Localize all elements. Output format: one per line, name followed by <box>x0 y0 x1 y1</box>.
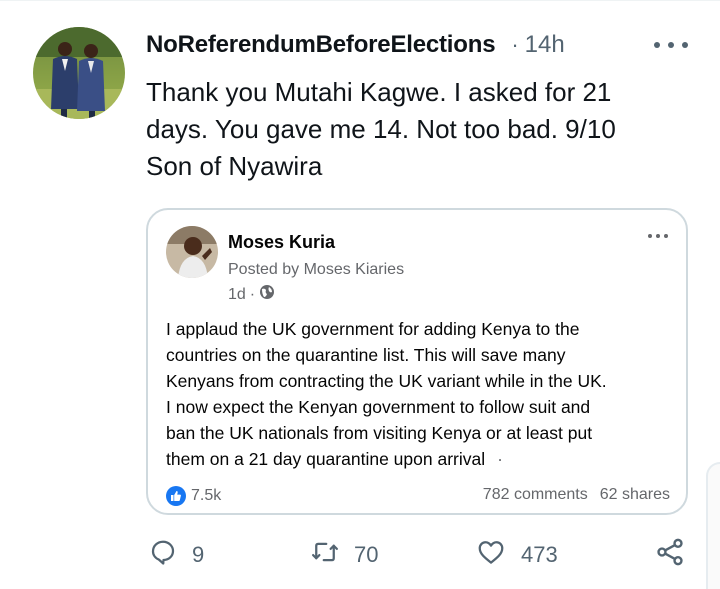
reply-count: 9 <box>192 542 205 567</box>
retweet-button[interactable]: 70 <box>310 530 378 580</box>
post-meta: 1d · <box>228 284 275 305</box>
profile-photo <box>33 27 125 119</box>
post-more-icon[interactable] <box>648 234 668 240</box>
overlay-panel-edge <box>706 462 720 589</box>
like-button[interactable]: 473 <box>475 530 558 580</box>
embedded-author-avatar[interactable] <box>166 226 218 278</box>
like-count-tweet: 473 <box>521 542 558 567</box>
globe-icon <box>259 284 275 305</box>
thumbs-up-icon <box>166 486 186 506</box>
reply-button[interactable]: 9 <box>148 530 204 580</box>
retweet-icon <box>310 537 340 573</box>
post-body-line: Kenyans from contracting the UK variant … <box>166 371 607 391</box>
tweet-text-line: Thank you Mutahi Kagwe. I asked for 21 <box>146 77 612 107</box>
reply-icon <box>148 537 178 573</box>
tweet-text-line: Son of Nyawira <box>146 151 323 181</box>
retweet-count: 70 <box>354 542 379 567</box>
heart-icon <box>475 537 507 573</box>
post-body-line: ban the UK nationals from visiting Kenya… <box>166 423 593 443</box>
tweet-timestamp[interactable]: 14h <box>525 31 565 59</box>
trailing-dot: · <box>497 449 503 469</box>
embedded-author-name[interactable]: Moses Kuria <box>228 232 335 253</box>
comments-count[interactable]: 782 comments <box>483 486 588 503</box>
reaction-summary[interactable]: 7.5k <box>166 486 221 506</box>
post-body-line-last: them on a 21 day quarantine upon arrival… <box>166 446 676 472</box>
tweet-text: Thank you Mutahi Kagwe. I asked for 21 d… <box>146 74 686 185</box>
more-icon[interactable] <box>654 36 688 54</box>
tweet-action-bar: 9 70 473 <box>0 530 720 580</box>
meta-dot: · <box>249 285 256 303</box>
post-body-line: countries on the quarantine list. This w… <box>166 345 566 365</box>
share-button[interactable] <box>654 530 686 580</box>
shares-count[interactable]: 62 shares <box>600 486 670 503</box>
author-photo <box>166 226 218 278</box>
header-separator: · <box>511 32 519 57</box>
like-count: 7.5k <box>191 487 222 504</box>
tweet-header: NoReferendumBeforeElections · 14h <box>146 28 565 62</box>
post-time[interactable]: 1d <box>228 286 246 304</box>
post-body-line: I now expect the Kenyan government to fo… <box>166 397 591 417</box>
embedded-post-body: I applaud the UK government for adding K… <box>166 316 676 472</box>
posted-by-label: Posted by Moses Kiaries <box>228 261 405 278</box>
post-body-line: I applaud the UK government for adding K… <box>166 319 580 339</box>
top-divider <box>0 0 720 1</box>
engagement-counts: 782 comments 62 shares <box>483 486 670 504</box>
embedded-post-card[interactable]: Moses Kuria Posted by Moses Kiaries 1d ·… <box>146 208 688 515</box>
share-icon <box>654 536 686 574</box>
tweet-text-line: days. You gave me 14. Not too bad. 9/10 <box>146 114 616 144</box>
display-name[interactable]: NoReferendumBeforeElections <box>146 31 496 59</box>
post-body-line: them on a 21 day quarantine upon arrival <box>166 449 486 469</box>
avatar[interactable] <box>33 27 125 119</box>
